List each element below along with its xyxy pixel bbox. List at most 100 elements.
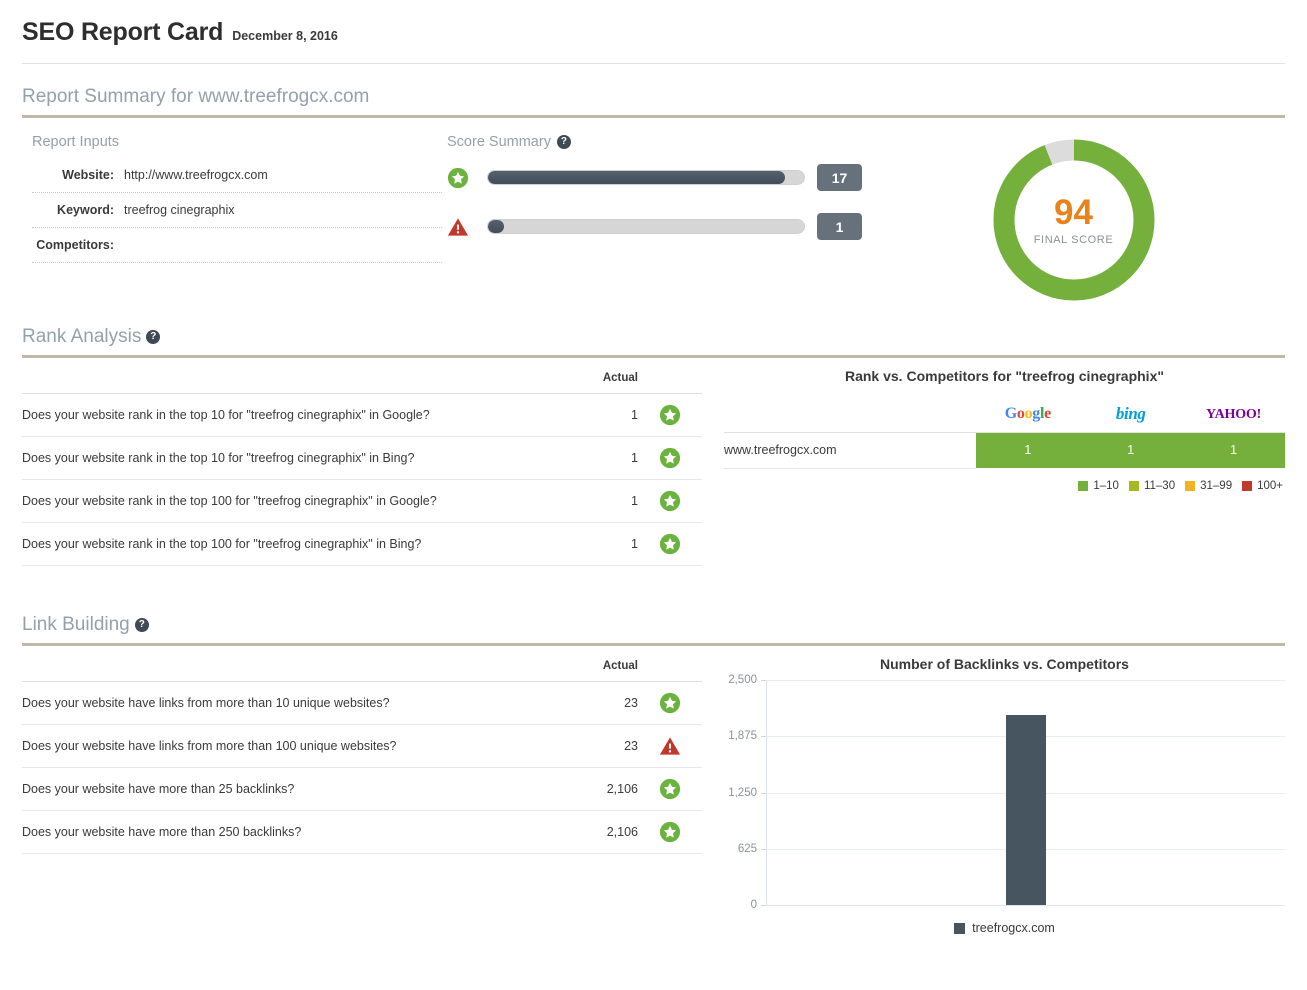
table-header-row: Actual <box>22 652 702 682</box>
rank-competitors-panel: Rank vs. Competitors for "treefrog cineg… <box>702 364 1285 566</box>
question-cell: Does your website rank in the top 100 fo… <box>22 522 548 566</box>
rank-value-cell-google: 1 <box>976 432 1080 468</box>
table-row: Does your website have links from more t… <box>22 681 702 725</box>
engine-column-header-bing: bing <box>1079 396 1183 433</box>
status-cell <box>638 393 702 437</box>
chart-axis-tick <box>761 905 766 906</box>
document-header: SEO Report Card December 8, 2016 <box>22 0 1285 63</box>
rank-analysis-body: Actual Does your website rank in the top… <box>22 358 1285 566</box>
green-star-icon <box>447 167 469 188</box>
question-cell: Does your website rank in the top 100 fo… <box>22 479 548 523</box>
report-inputs-title: Report Inputs <box>32 134 120 150</box>
chart-bar <box>1005 715 1046 905</box>
report-date: December 8, 2016 <box>232 29 338 43</box>
table-row: Does your website rank in the top 10 for… <box>22 436 702 480</box>
question-cell: Does your website have more than 250 bac… <box>22 810 548 854</box>
status-cell <box>638 681 702 725</box>
red-warning-icon <box>447 217 469 236</box>
engine-column-header-yahoo: YAHOO! <box>1182 396 1285 433</box>
link-building-heading-label: Link Building <box>22 614 130 635</box>
legend-label: 31–99 <box>1200 479 1233 492</box>
question-column-header <box>22 364 548 394</box>
website-value: http://www.treefrogcx.com <box>124 168 268 182</box>
question-cell: Does your website rank in the top 10 for… <box>22 393 548 437</box>
legend-label: 11–30 <box>1143 479 1176 492</box>
final-score-label: FINAL SCORE <box>1033 233 1114 246</box>
chart-gridline <box>766 680 1285 681</box>
status-cell <box>638 522 702 566</box>
engine-column-header-google: Google <box>976 396 1080 433</box>
green-star-icon <box>659 692 681 714</box>
green-star-icon <box>659 821 681 843</box>
report-summary-heading: Report Summary for www.treefrogcx.com <box>22 86 1285 115</box>
question-cell: Does your website have links from more t… <box>22 724 548 768</box>
page-title: SEO Report Card <box>22 18 224 46</box>
link-building-table-wrap: Actual Does your website have links from… <box>22 652 702 935</box>
chart-axis-tick <box>761 848 766 850</box>
chart-axis-tick <box>761 736 766 738</box>
rank-analysis-heading-label: Rank Analysis <box>22 326 142 347</box>
legend-item: 100+ <box>1242 480 1283 492</box>
summary-row: Report Inputs Website: http://www.treefr… <box>22 118 1285 304</box>
link-building-section: Link Building ? Actual Does your website… <box>22 614 1285 935</box>
score-bar-track-pass <box>487 170 805 185</box>
header-divider <box>22 63 1285 64</box>
report-input-row-website: Website: http://www.treefrogcx.com <box>32 158 442 193</box>
status-column-header <box>638 652 702 682</box>
chart-y-tick-label: 2,500 <box>728 674 757 686</box>
seo-report-card-page: SEO Report Card December 8, 2016 Report … <box>0 0 1307 990</box>
table-header-row: Google bing YAHOO! <box>724 396 1285 433</box>
backlinks-chart-plot: 0 625 1,250 1,875 2,500 <box>728 674 1285 911</box>
score-bar-track-fail <box>487 219 805 234</box>
legend-swatch <box>1078 480 1089 491</box>
table-row: Does your website have more than 250 bac… <box>22 810 702 854</box>
rank-legend: 1–10 11–30 31–99 100+ <box>724 469 1285 492</box>
score-summary-panel: Score Summary ? 17 1 <box>442 134 862 262</box>
keyword-label: Keyword: <box>57 203 114 217</box>
rank-analysis-table-wrap: Actual Does your website rank in the top… <box>22 364 702 566</box>
score-bar-fill-fail <box>488 220 504 233</box>
final-score-value: 94 <box>1054 192 1093 232</box>
question-cell: Does your website rank in the top 10 for… <box>22 436 548 480</box>
green-star-icon <box>659 533 681 555</box>
backlinks-chart-legend: treefrogcx.com <box>724 905 1285 935</box>
actual-cell: 23 <box>548 681 638 725</box>
chart-y-tick-label: 625 <box>737 842 757 855</box>
score-bar-fill-pass <box>488 171 786 184</box>
question-mark-icon[interactable]: ? <box>134 618 149 632</box>
legend-label: 100+ <box>1257 479 1283 492</box>
status-column-header <box>638 364 702 394</box>
legend-item: 11–30 <box>1128 479 1176 492</box>
question-cell: Does your website have more than 25 back… <box>22 767 548 811</box>
question-column-header <box>22 652 548 682</box>
score-summary-title: Score Summary ? <box>447 134 862 150</box>
table-row: Does your website rank in the top 100 fo… <box>22 479 702 523</box>
score-badge-fail: 1 <box>817 213 862 240</box>
final-score-donut: 94 FINAL SCORE <box>990 136 1158 304</box>
question-cell: Does your website have links from more t… <box>22 681 548 725</box>
google-logo-icon: Google <box>1004 404 1052 422</box>
rank-value-cell-yahoo: 1 <box>1182 432 1285 468</box>
legend-swatch <box>1128 480 1139 491</box>
actual-cell: 23 <box>548 724 638 768</box>
status-cell <box>638 724 702 768</box>
backlinks-chart-panel: Number of Backlinks vs. Competitors 0 625… <box>702 652 1285 935</box>
actual-column-header: Actual <box>548 364 638 394</box>
rank-value-cell-bing: 1 <box>1079 432 1183 468</box>
status-cell <box>638 767 702 811</box>
red-warning-icon <box>659 737 681 755</box>
chart-y-tick-label: 1,875 <box>728 730 757 743</box>
yahoo-logo-icon: YAHOO! <box>1206 406 1262 422</box>
status-cell <box>638 479 702 523</box>
question-mark-icon[interactable]: ? <box>556 135 571 149</box>
actual-cell: 1 <box>548 393 638 437</box>
site-column-header <box>724 396 977 433</box>
rank-analysis-section: Rank Analysis ? Actual Does your website… <box>22 326 1285 566</box>
question-mark-icon[interactable]: ? <box>146 330 161 344</box>
keyword-value: treefrog cinegraphix <box>124 203 235 217</box>
chart-axis-tick <box>761 792 766 794</box>
bing-logo-icon: bing <box>1115 403 1146 423</box>
chart-y-tick-label: 0 <box>750 899 757 911</box>
website-label: Website: <box>62 168 114 182</box>
actual-cell: 1 <box>548 522 638 566</box>
